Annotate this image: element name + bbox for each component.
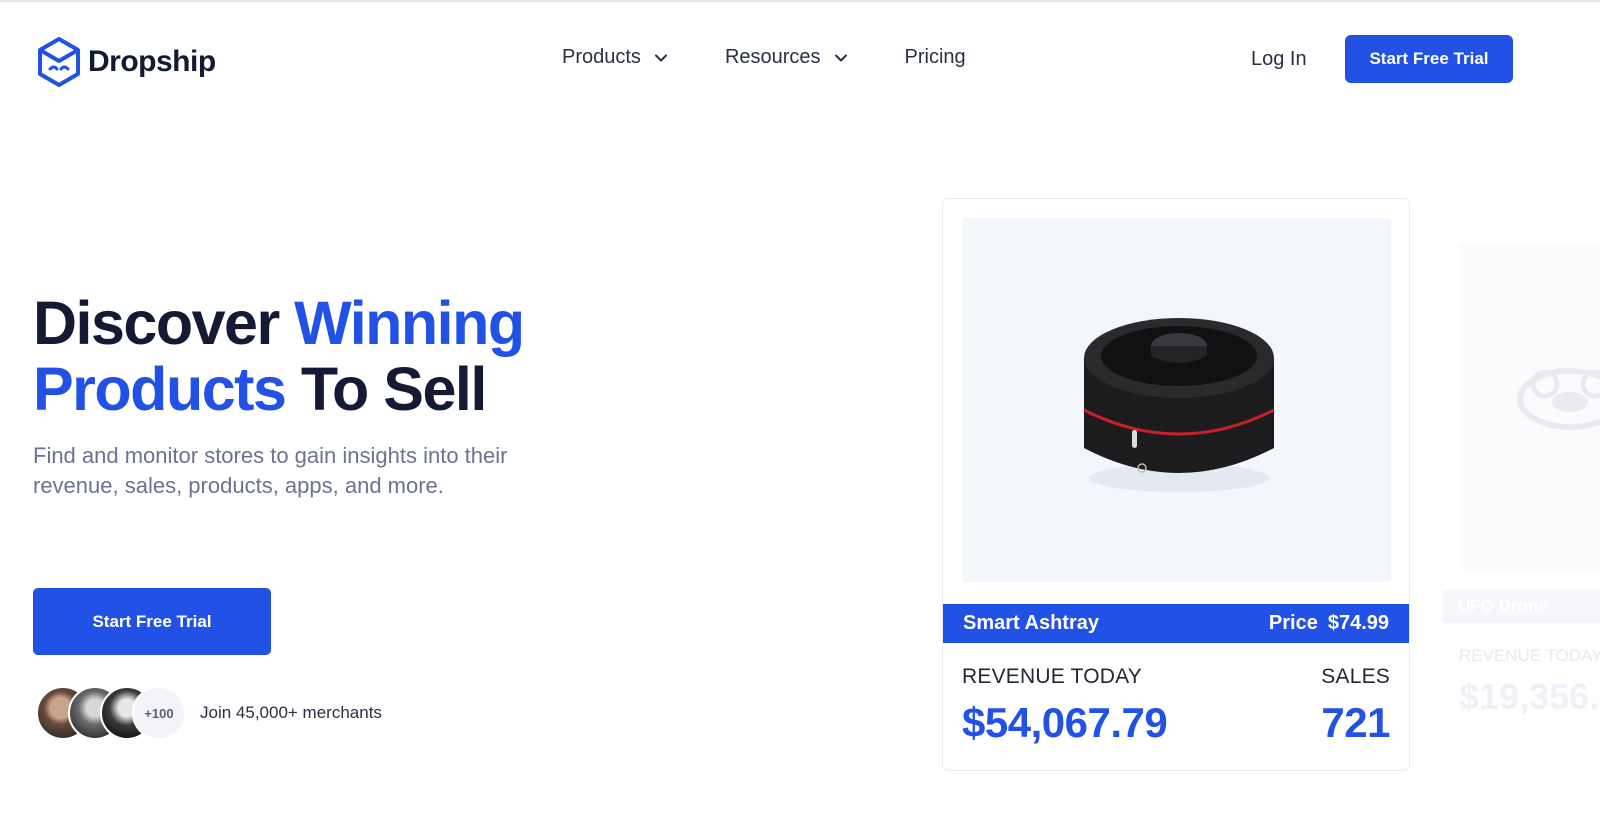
product-image (962, 218, 1391, 582)
avatar-more-count: +100 (132, 686, 186, 740)
login-link[interactable]: Log In (1251, 48, 1307, 71)
next-product-name: UFO Drone (1442, 590, 1600, 623)
main-menu: Products Resources Pricing (562, 46, 966, 69)
product-price: Price $74.99 (1269, 612, 1389, 635)
merchants-text: Join 45,000+ merchants (200, 703, 382, 722)
brand-name: Dropship (88, 45, 216, 78)
hero-title-highlight2: Products (33, 355, 287, 423)
price-label: Price (1268, 612, 1318, 634)
menu-pricing-label: Pricing (904, 46, 966, 68)
menu-pricing[interactable]: Pricing (905, 46, 966, 69)
next-product-card[interactable]: UFO Drone REVENUE TODAY $19,356.4 (1442, 198, 1600, 771)
nav-start-trial-button[interactable]: Start Free Trial (1345, 35, 1513, 83)
hero-title-highlight1: Winning (294, 289, 525, 357)
chevron-down-icon (834, 54, 847, 61)
top-nav: Dropship Products Resources Pricing Log … (0, 2, 1600, 118)
hero-title-part2: To Sell (285, 355, 487, 423)
hero-title: Discover Winning Products To Sell (33, 289, 525, 423)
next-revenue-value: $19,356.4 (1459, 676, 1600, 717)
menu-resources-label: Resources (724, 46, 821, 68)
sales-value: 721 (1321, 699, 1390, 746)
next-product-image (1459, 244, 1600, 570)
hero-subtitle: Find and monitor stores to gain insights… (33, 443, 508, 498)
price-value: $74.99 (1327, 612, 1389, 634)
hero-start-trial-button[interactable]: Start Free Trial (33, 588, 271, 655)
menu-products-label: Products (562, 46, 641, 68)
menu-resources[interactable]: Resources (725, 46, 849, 69)
product-band: Smart Ashtray Price $74.99 (943, 604, 1409, 643)
product-card[interactable]: Smart Ashtray Price $74.99 REVENUE TODAY… (942, 198, 1410, 771)
sales-label: SALES (1321, 665, 1390, 688)
chevron-down-icon (654, 54, 667, 61)
revenue-value: $54,067.79 (962, 699, 1168, 746)
ufo-drone-image (1517, 368, 1600, 430)
brand-logo[interactable]: Dropship (36, 36, 216, 88)
product-name: Smart Ashtray (963, 612, 1099, 634)
dropship-logo-icon (38, 37, 80, 87)
next-revenue-label: REVENUE TODAY (1459, 646, 1600, 665)
merchant-avatars: +100 Join 45,000+ merchants (36, 686, 382, 740)
menu-products[interactable]: Products (562, 46, 669, 69)
hero-title-part1: Discover (33, 289, 295, 357)
revenue-label: REVENUE TODAY (962, 665, 1142, 688)
smart-ashtray-image (1083, 318, 1275, 492)
